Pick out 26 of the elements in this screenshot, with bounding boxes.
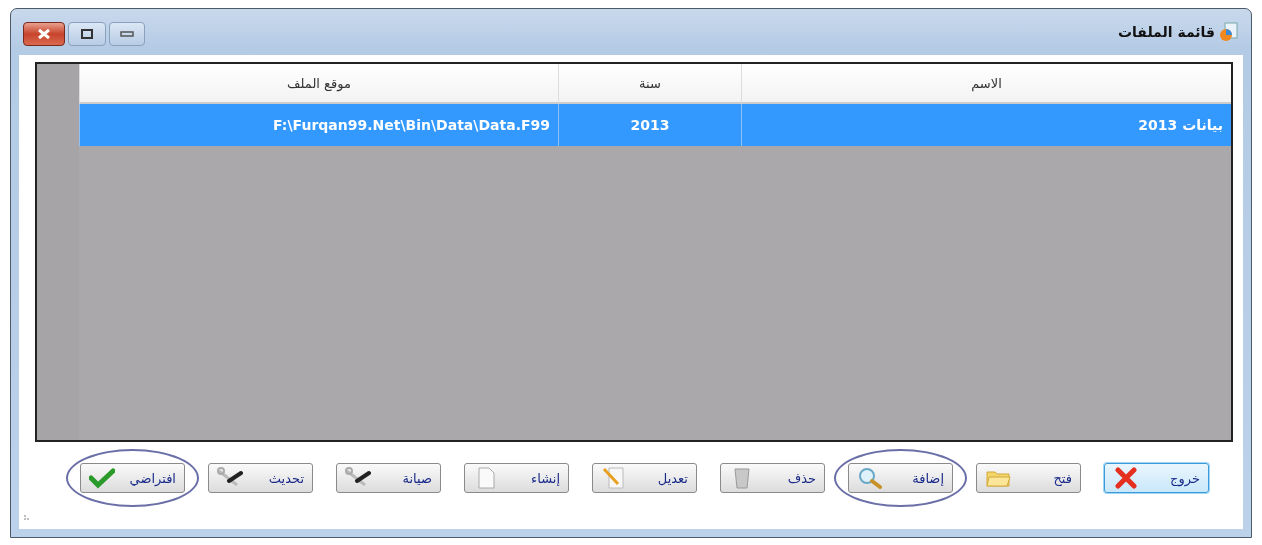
column-header[interactable]: الاسم <box>741 64 1231 104</box>
toolbar-button[interactable]: خروج <box>1104 463 1209 493</box>
close-button[interactable] <box>23 22 65 46</box>
toolbar-button[interactable]: تحديث <box>208 463 313 493</box>
tools-icon <box>345 467 371 489</box>
search-icon <box>857 467 883 489</box>
toolbar-button[interactable]: تعديل <box>592 463 697 493</box>
column-header[interactable]: موقع الملف <box>79 64 558 104</box>
maximize-button[interactable] <box>68 22 106 46</box>
close-icon <box>1113 467 1139 489</box>
column-header[interactable]: سنة <box>558 64 741 104</box>
checkmark-icon <box>89 467 115 489</box>
pencil-page-icon <box>601 467 627 489</box>
minimize-button[interactable] <box>109 22 145 46</box>
toolbar-button[interactable]: افتراضي <box>80 463 185 493</box>
toolbar-button[interactable]: صيانة <box>336 463 441 493</box>
app-icon <box>1219 22 1239 42</box>
window-title: قائمة الملفات <box>1118 24 1215 40</box>
tools-icon <box>217 467 243 489</box>
toolbar-button[interactable]: حذف <box>720 463 825 493</box>
toolbar-button[interactable]: إنشاء <box>464 463 569 493</box>
minimize-icon <box>120 31 134 37</box>
maximize-icon <box>81 29 93 39</box>
close-icon <box>36 28 52 40</box>
toolbar-button[interactable]: فتح <box>976 463 1081 493</box>
toolbar-button[interactable]: إضافة <box>848 463 953 493</box>
